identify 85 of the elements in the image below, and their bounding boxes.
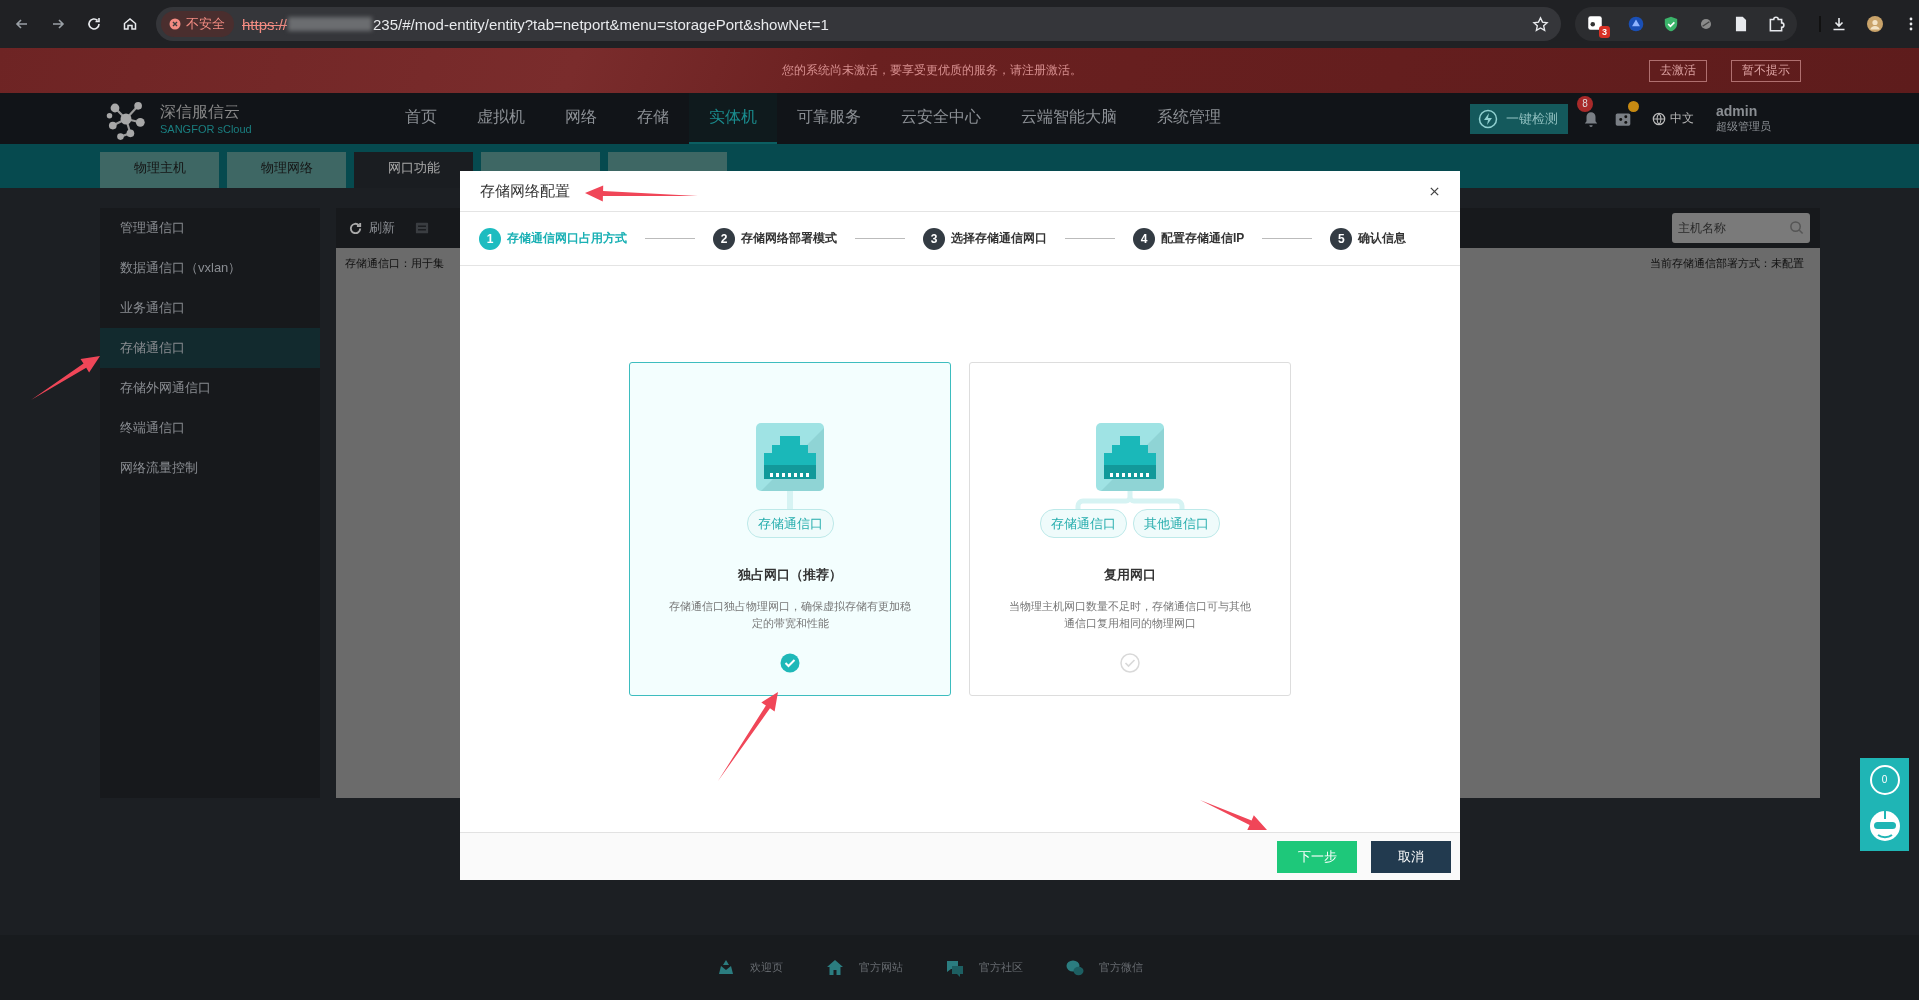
download-icon[interactable] (1819, 16, 1847, 32)
step-number: 3 (923, 227, 945, 250)
step-number: 2 (713, 227, 735, 250)
footer-link[interactable]: 官方微信 (1065, 957, 1143, 978)
logo-name: 深信服信云 (160, 102, 241, 122)
house-icon (825, 957, 845, 978)
port-tag: 存储通信口 (746, 509, 834, 538)
option-title: 复用网口 (1104, 566, 1156, 584)
logo-subtitle: SANGFOR sCloud (160, 123, 252, 135)
option-description: 当物理主机网口数量不足时，存储通信口可与其他通信口复用相同的物理网口 (1008, 599, 1252, 631)
port-tag: 其他通信口 (1133, 509, 1220, 538)
bell-icon[interactable] (1582, 109, 1600, 128)
lightning-icon (1478, 108, 1498, 129)
cancel-button[interactable]: 取消 (1371, 840, 1451, 873)
nav-item[interactable]: 网络 (545, 93, 617, 144)
step-label: 存储网络部署模式 (741, 230, 837, 247)
extension-icon[interactable] (1627, 15, 1645, 33)
url-scheme: https:// (242, 15, 288, 33)
sidebar-item[interactable]: 存储外网通信口 (100, 368, 320, 408)
reload-icon[interactable] (86, 16, 102, 32)
nav-item[interactable]: 可靠服务 (777, 93, 881, 144)
banner-button[interactable]: 暂不提示 (1731, 59, 1801, 82)
step-label: 配置存储通信IP (1161, 230, 1245, 247)
extension-icon[interactable] (1586, 14, 1604, 32)
nav-item[interactable]: 存储 (617, 93, 689, 144)
avatar-icon[interactable] (1867, 16, 1883, 32)
sidebar-item[interactable]: 数据通信口（vxlan） (100, 248, 320, 288)
annotation-arrow (1200, 800, 1267, 830)
sidebar-item[interactable]: 业务通信口 (100, 288, 320, 328)
step-label: 确认信息 (1358, 230, 1407, 247)
tab[interactable]: 物理主机 (100, 152, 219, 188)
close-icon[interactable] (1429, 185, 1440, 197)
error-icon (169, 18, 181, 30)
step-number: 4 (1133, 227, 1155, 250)
footer-link[interactable]: 官方网站 (825, 957, 903, 978)
tab[interactable]: 网口功能 (354, 152, 473, 188)
check-icon (1120, 653, 1140, 673)
footer-link[interactable]: 欢迎页 (716, 957, 783, 978)
search-field[interactable]: 主机名称 (1672, 213, 1810, 243)
step-number: 5 (1330, 227, 1353, 250)
option-title: 独占网口（推荐） (738, 566, 842, 584)
footer-link[interactable]: 官方社区 (945, 957, 1023, 978)
security-chip[interactable]: 不安全 (161, 11, 234, 37)
dot-icon (1628, 100, 1639, 112)
puzzle-icon[interactable] (1767, 15, 1785, 33)
sidebar-item[interactable]: 网络流量控制 (100, 448, 320, 488)
nav-item[interactable]: 实体机 (689, 93, 777, 144)
sidebar-item[interactable]: 管理通信口 (100, 208, 320, 248)
info-text: 存储通信口：用于集 (345, 256, 444, 271)
step-label: 存储通信网口占用方式 (507, 230, 627, 247)
check-icon (780, 653, 800, 673)
status-text: 当前存储通信部署方式：未配置 (1650, 256, 1804, 271)
check-button[interactable]: 一键检测 (1470, 103, 1568, 134)
user-role: 超级管理员 (1716, 119, 1771, 134)
url-text: 235/#/mod-entity/entity?tab=netport&menu=storagePort&showNet=1 (373, 15, 829, 33)
port-tag: 存储通信口 (1040, 509, 1127, 538)
option-card[interactable]: 存储通信口 独占网口（推荐） 存储通信口独占物理网口，确保虚拟存储有更加稳定的带宽和性能 (629, 362, 951, 696)
refresh-icon (348, 220, 363, 236)
nav-item[interactable]: 首页 (385, 93, 457, 144)
nav-item[interactable]: 虚拟机 (457, 93, 545, 144)
shield-icon[interactable] (1662, 15, 1680, 33)
notification-badge: 8 (1577, 95, 1593, 112)
option-description: 存储通信口独占物理网口，确保虚拟存储有更加稳定的带宽和性能 (668, 599, 912, 631)
user-name[interactable]: admin (1716, 103, 1771, 119)
nav-item[interactable]: 云安全中心 (881, 93, 1001, 144)
refresh-button[interactable]: 刷新 (348, 219, 395, 237)
extension-badge: 3 (1599, 26, 1610, 38)
count-badge: 0 (1869, 764, 1900, 795)
annotation-arrow (31, 356, 100, 400)
dialog-title: 存储网络配置 (480, 181, 570, 201)
address-bar[interactable]: 不安全 https:// 235/#/mod-entity/entity?tab=netport&menu=storagePort&showNet=1 (156, 7, 1561, 41)
nav-item[interactable]: 云端智能大脑 (1001, 93, 1137, 144)
nav-item[interactable]: 系统管理 (1137, 93, 1241, 144)
banner-button[interactable]: 去激活 (1649, 59, 1707, 82)
step-number: 1 (479, 227, 501, 250)
step-label: 选择存储通信网口 (951, 230, 1047, 247)
home-icon[interactable] (122, 16, 138, 32)
tab[interactable]: 物理网络 (227, 152, 346, 188)
sidebar-item[interactable]: 终端通信口 (100, 408, 320, 448)
globe-icon (1652, 111, 1666, 126)
language-menu[interactable]: 中文 (1652, 110, 1694, 127)
star-icon[interactable] (1532, 15, 1549, 33)
option-card[interactable]: 存储通信口 其他通信口 复用网口 当物理主机网口数量不足时，存储通信口可与其他通信口复用相同的物理网口 (969, 362, 1291, 696)
banner-message: 您的系统尚未激活，要享受更优质的服务，请注册激活。 (782, 62, 1082, 79)
sidebar-item[interactable]: 存储通信口 (100, 328, 320, 368)
